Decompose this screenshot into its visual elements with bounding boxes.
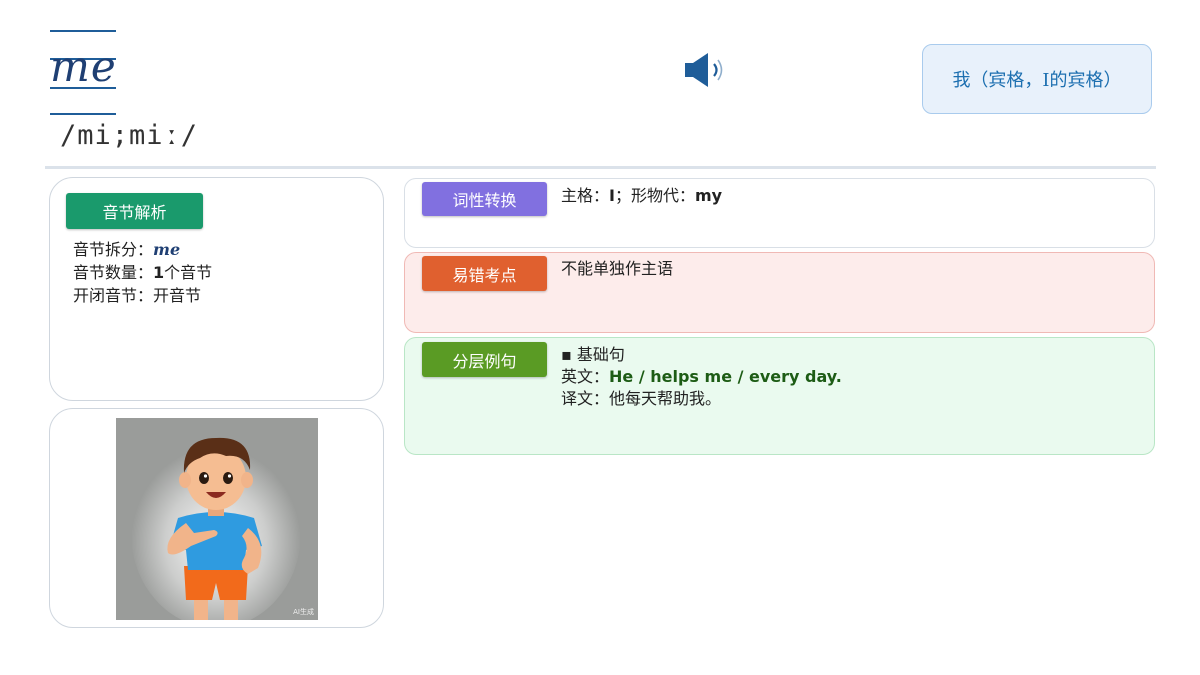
pos-badge: 词性转换	[422, 182, 547, 216]
type-label: 开闭音节：	[73, 286, 154, 305]
examples-badge: 分层例句	[422, 342, 547, 377]
pos-label-subject: 主格：	[561, 186, 610, 205]
syllable-split-row: 音节拆分：me	[73, 238, 212, 261]
example-chinese-row: 译文：他每天帮助我。	[561, 388, 842, 410]
mistake-badge: 易错考点	[422, 256, 547, 291]
example-level: ▪ 基础句	[561, 345, 625, 364]
example-english-row: 英文：He / helps me / every day.	[561, 366, 842, 388]
headword: me	[50, 42, 117, 91]
type-value: 开音节	[153, 286, 202, 305]
meaning-box: 我（宾格，I的宾格）	[922, 44, 1152, 114]
chinese-sentence: 他每天帮助我。	[609, 389, 722, 408]
count-suffix: 个音节	[164, 263, 213, 282]
pos-text: 主格：I；形物代：my	[561, 185, 722, 207]
header-divider	[45, 166, 1156, 169]
bottom-rule	[50, 113, 116, 115]
chinese-label: 译文：	[561, 389, 610, 408]
english-sentence: He / helps me / every day.	[609, 367, 842, 386]
split-value: me	[153, 240, 181, 259]
pos-value-possessive: my	[694, 186, 723, 205]
syllable-count-row: 音节数量：1个音节	[73, 261, 212, 284]
examples-text: ▪ 基础句 英文：He / helps me / every day. 译文：他…	[561, 344, 842, 410]
count-value: 1	[153, 263, 165, 282]
speaker-icon[interactable]	[684, 52, 728, 88]
mistake-text: 不能单独作主语	[561, 259, 674, 278]
meaning-text: 我（宾格，I的宾格）	[952, 70, 1122, 91]
phonetic-transcription: /mi;miː/	[60, 120, 199, 151]
boy-illustration: AI生成	[116, 418, 318, 620]
top-rule	[50, 30, 116, 32]
english-label: 英文：	[561, 367, 610, 386]
pos-label-possessive: ；形物代：	[614, 186, 695, 205]
syllable-badge: 音节解析	[66, 193, 203, 229]
count-label: 音节数量：	[73, 263, 154, 282]
syllable-details: 音节拆分：me 音节数量：1个音节 开闭音节：开音节	[73, 238, 212, 307]
split-label: 音节拆分：	[73, 240, 154, 259]
syllable-type-row: 开闭音节：开音节	[73, 284, 212, 307]
ai-watermark: AI生成	[293, 608, 314, 616]
